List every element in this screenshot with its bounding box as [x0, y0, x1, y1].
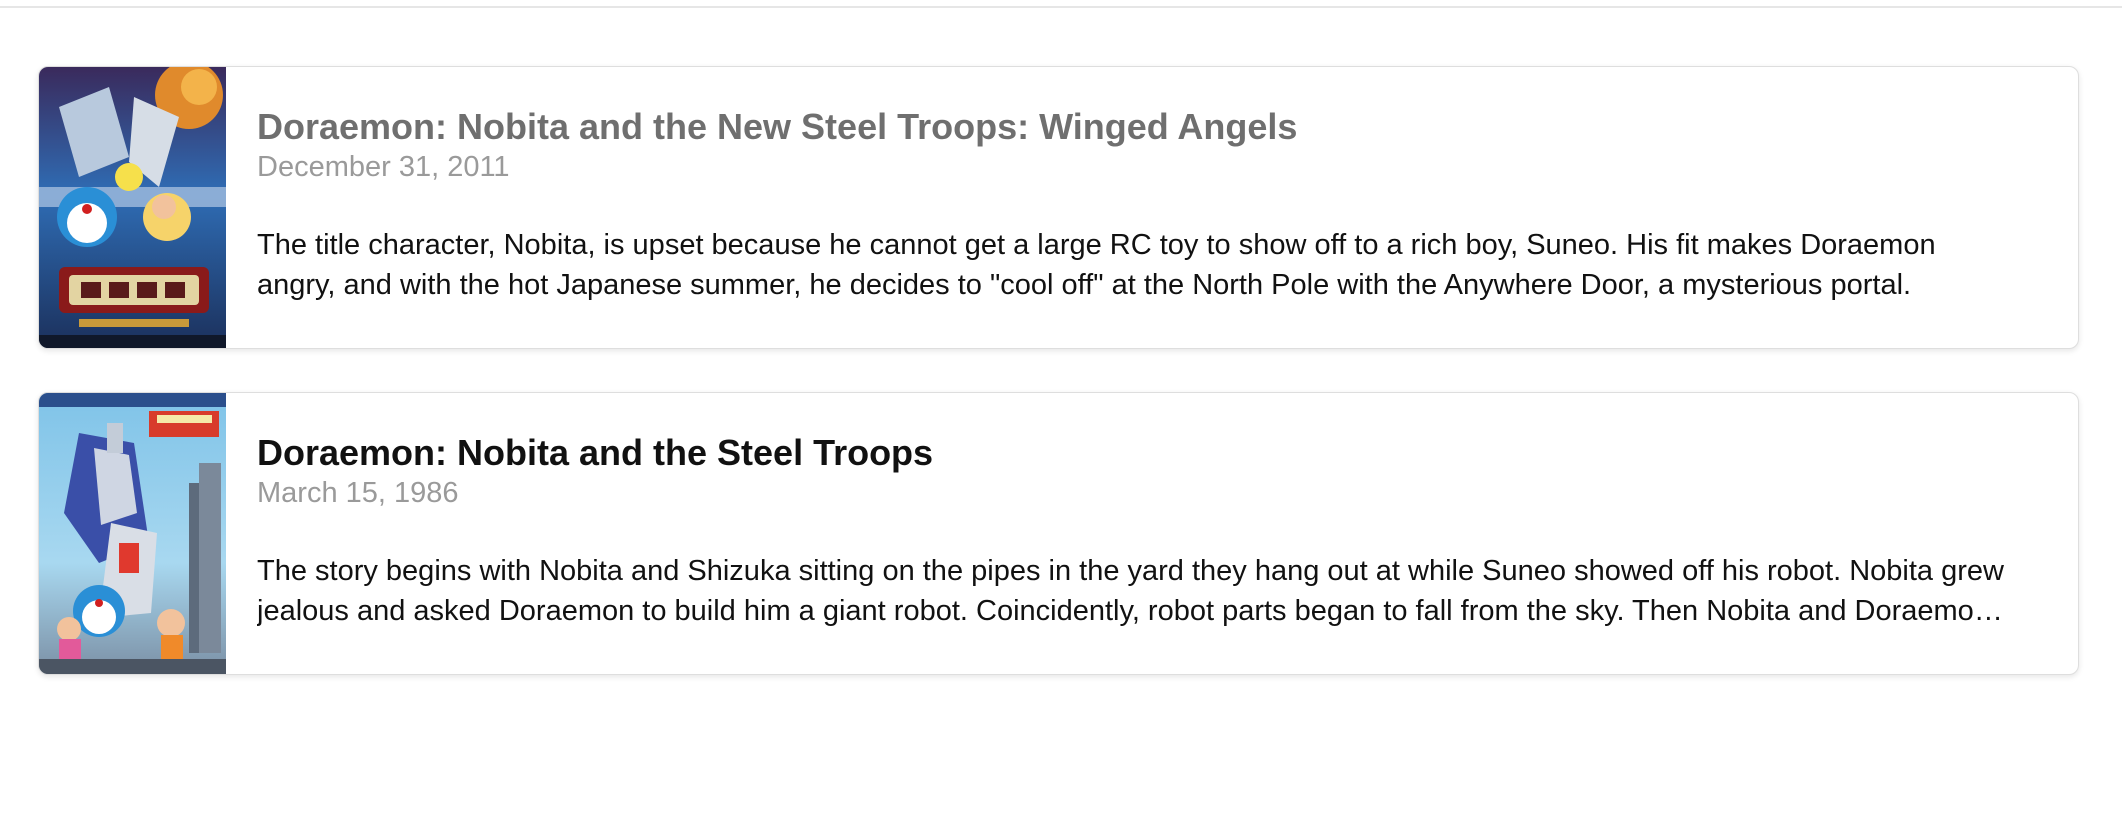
poster-image[interactable]	[39, 393, 226, 674]
poster-icon	[39, 67, 226, 348]
movie-details: Doraemon: Nobita and the Steel Troops Ma…	[226, 393, 2078, 674]
movie-card[interactable]: Doraemon: Nobita and the Steel Troops Ma…	[38, 392, 2079, 675]
top-divider	[0, 6, 2122, 8]
movie-details: Doraemon: Nobita and the New Steel Troop…	[226, 67, 2078, 348]
movie-overview: The story begins with Nobita and Shizuka…	[257, 555, 2004, 627]
movie-card[interactable]: Doraemon: Nobita and the New Steel Troop…	[38, 66, 2079, 349]
poster-image[interactable]	[39, 67, 226, 348]
movie-title-link[interactable]: Doraemon: Nobita and the Steel Troops	[257, 431, 2014, 475]
poster-icon	[39, 393, 226, 674]
search-results-list: Doraemon: Nobita and the New Steel Troop…	[38, 66, 2079, 718]
release-date: March 15, 1986	[257, 477, 459, 509]
movie-overview: The title character, Nobita, is upset be…	[257, 229, 1936, 301]
release-date: December 31, 2011	[257, 151, 510, 183]
movie-title-link[interactable]: Doraemon: Nobita and the New Steel Troop…	[257, 105, 2014, 149]
